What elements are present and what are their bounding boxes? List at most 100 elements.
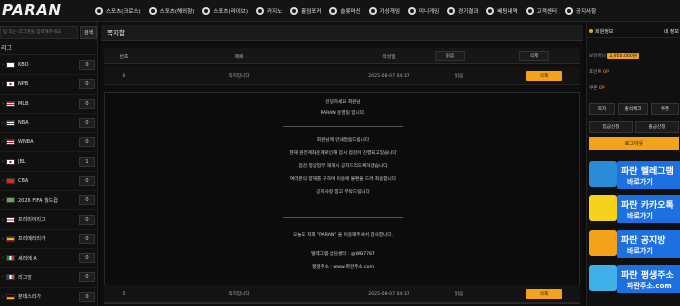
read-all-button[interactable]: 읽음 xyxy=(435,51,465,61)
money-row: 보유머니 2,950,000원 xyxy=(589,53,639,59)
message-line: PARAN 운영팀 입니다. xyxy=(320,111,366,116)
nav-item-10[interactable]: 고객센터 xyxy=(522,0,561,22)
promo-banner[interactable]: 파란 공지방 바로가기 xyxy=(617,230,680,258)
flag-icon xyxy=(6,120,15,127)
casino-icon xyxy=(255,7,264,15)
nav-item-label: 홀덤포커 xyxy=(301,9,322,15)
league-name: CBA xyxy=(18,177,29,184)
soccer-icon xyxy=(202,7,211,15)
league-item[interactable]: › 프리메라리가 0 xyxy=(0,230,98,249)
row-subject[interactable]: 쪽지입니다 xyxy=(184,67,294,85)
main-nav: 스포츠(크로스) 스포츠(해외형) 스포츠(라이브) 카지노 홀덤포커 슬롯머신 가상게임 미… xyxy=(91,0,600,22)
nav-item-11[interactable]: 공지사항 xyxy=(561,0,600,22)
banner-subtitle: 바로가기 xyxy=(627,212,653,220)
coupon-button[interactable]: 쿠폰 xyxy=(651,103,679,115)
row-date: 2025-08-07 04:37 xyxy=(368,73,410,79)
row-date: 2025-08-07 04:37 xyxy=(368,291,410,297)
account-panel-header: 회원정보 내 정보 xyxy=(587,26,680,38)
league-count: 1 xyxy=(79,156,95,167)
message-line: 텔레그램 상담센터 : @WB7787 xyxy=(311,252,375,257)
nav-item-2[interactable]: 스포츠(라이브) xyxy=(198,0,252,22)
nav-item-4[interactable]: 홀덤포커 xyxy=(286,0,325,22)
delete-all-button[interactable]: 삭제 xyxy=(519,51,549,61)
message-line: 안녕하세요 회원님 xyxy=(325,100,361,105)
nav-item-label: 슬롯머신 xyxy=(340,9,361,15)
soccer-icon xyxy=(95,7,103,15)
message-line: 회원님께 안내말씀드립니다 xyxy=(316,138,370,143)
point-row: 포인트 0P xyxy=(589,69,609,75)
league-name: 2026 FIFA 월드컵 xyxy=(18,197,58,204)
league-name: 프리미어리그 xyxy=(18,217,46,224)
league-count: 0 xyxy=(79,253,95,264)
mini-game-icon xyxy=(407,7,416,15)
league-item[interactable]: › 프리미어리그 0 xyxy=(0,210,98,230)
league-count: 0 xyxy=(79,272,95,283)
league-item[interactable]: › 리그앙 0 xyxy=(0,268,98,288)
league-item[interactable]: › 2026 FIFA 월드컵 0 xyxy=(0,191,98,211)
table-row[interactable]: 6 쪽지입니다 2025-08-07 04:37 읽음 삭제 xyxy=(104,67,580,85)
league-count: 0 xyxy=(79,137,95,148)
promo-banner[interactable]: 파란 평생주소 파란주소.com xyxy=(617,265,680,293)
deposit-button[interactable]: 입금신청 xyxy=(589,121,633,133)
table-row[interactable]: 5 쪽지입니다 2025-08-07 04:37 읽음 삭제 xyxy=(104,285,580,303)
promo-banner[interactable]: 파란 카카오톡 바로가기 xyxy=(617,195,680,223)
promo-banner[interactable]: 파란 텔레그램 바로가기 xyxy=(617,161,680,189)
nav-item-9[interactable]: 베팅내역 xyxy=(482,0,521,22)
nav-item-label: 스포츠(크로스) xyxy=(106,9,141,15)
league-search-input[interactable] xyxy=(0,26,78,39)
message-button[interactable]: 쪽지 xyxy=(589,103,615,115)
money-value: 2,950,000원 xyxy=(607,53,639,59)
nav-item-0[interactable]: 스포츠(크로스) xyxy=(91,0,145,22)
message-line: 점검 정상업무 재개시 공지드리도록하겠습니다 xyxy=(298,164,388,169)
league-item[interactable]: › WNBA 0 xyxy=(0,133,98,153)
telegram-icon xyxy=(589,161,617,187)
banner-title: 파란 카카오톡 xyxy=(621,201,674,211)
league-list: › KBO 0 › NPB 0 › MLB 0 › NBA 0 › WNBA 0 › JBL 1 › CBA 0 › 202… xyxy=(0,56,98,306)
message-line: 공지사항 참고 부탁드립니다 xyxy=(316,190,370,195)
result-icon xyxy=(447,7,456,15)
attendance-button[interactable]: 출석체크 xyxy=(618,103,648,115)
league-item[interactable]: › NPB 0 xyxy=(0,75,98,95)
col-header-date: 작성일 xyxy=(382,54,396,60)
league-name: 리그앙 xyxy=(18,274,32,281)
league-sidebar: 검색 리그 ›KBO0›NPB0›MLB0›NBA0›WNBA0›JBL1›CB… xyxy=(0,22,98,306)
league-item[interactable]: › KBO 0 xyxy=(0,56,98,76)
league-item[interactable]: › JBL 1 xyxy=(0,152,98,172)
status-dot-icon xyxy=(589,29,593,33)
row-no: 6 xyxy=(122,73,126,79)
delete-button[interactable]: 삭제 xyxy=(526,71,562,81)
nav-item-label: 가상게임 xyxy=(379,9,400,15)
league-item[interactable]: › NBA 0 xyxy=(0,114,98,134)
flag-icon xyxy=(6,177,15,184)
delete-button[interactable]: 삭제 xyxy=(526,289,562,299)
row-subject[interactable]: 쪽지입니다 xyxy=(184,285,294,303)
nav-item-6[interactable]: 가상게임 xyxy=(365,0,404,22)
globe-icon xyxy=(589,265,617,291)
row-read-status: 읽음 xyxy=(454,292,464,297)
league-search-button[interactable]: 검색 xyxy=(80,26,97,39)
message-line: 여러분의 양해를 구하며 이용에 불편을 드려 죄송합니다 xyxy=(290,177,396,182)
league-item[interactable]: › MLB 0 xyxy=(0,95,98,114)
flag-icon xyxy=(6,255,15,262)
flag-icon xyxy=(6,293,15,300)
divider xyxy=(283,217,403,218)
league-item[interactable]: › 분데스리가 0 xyxy=(0,288,98,306)
withdraw-button[interactable]: 출금신청 xyxy=(635,121,679,133)
logout-button[interactable]: 로그아웃 xyxy=(589,137,679,150)
my-info-link[interactable]: 내 정보 xyxy=(664,26,679,38)
nav-item-3[interactable]: 카지노 xyxy=(252,0,286,22)
site-logo[interactable]: PARAN xyxy=(2,1,61,19)
nav-item-7[interactable]: 미니게임 xyxy=(404,0,443,22)
flag-icon xyxy=(6,158,15,165)
nav-item-8[interactable]: 경기결과 xyxy=(443,0,482,22)
league-item[interactable]: › 세리에 A0 xyxy=(0,249,98,269)
league-name: JBL xyxy=(18,158,26,165)
league-count: 0 xyxy=(79,233,95,244)
nav-item-5[interactable]: 슬롯머신 xyxy=(325,0,364,22)
nav-item-label: 공지사항 xyxy=(575,9,597,15)
nav-item-label: 고객센터 xyxy=(536,9,557,15)
league-item[interactable]: › CBA 0 xyxy=(0,172,98,192)
slot-icon xyxy=(329,7,338,15)
nav-item-1[interactable]: 스포츠(해외형) xyxy=(145,0,199,22)
notice-icon xyxy=(564,7,573,15)
